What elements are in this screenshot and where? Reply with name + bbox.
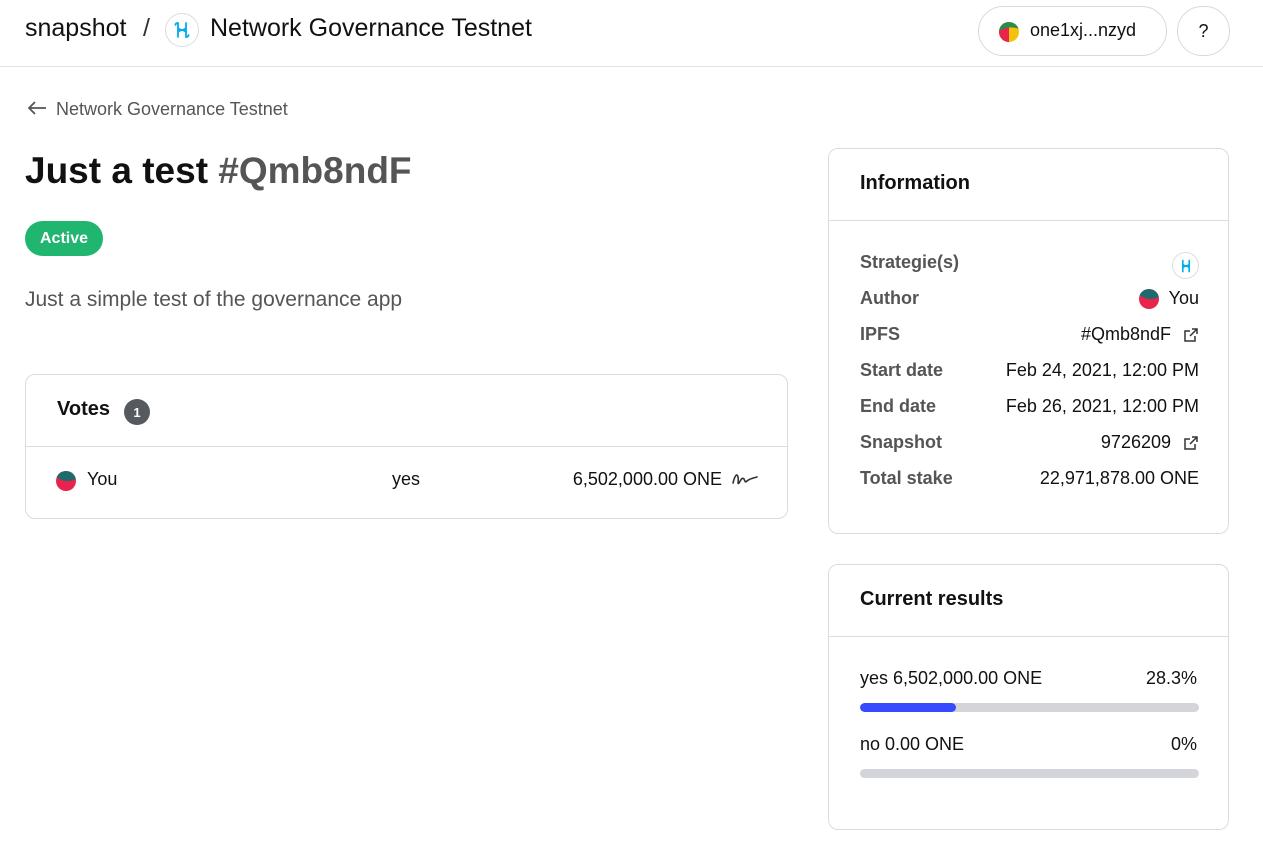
information-card-header: Information <box>829 149 1228 221</box>
current-results-card: Current results yes 6,502,000.00 ONE 28.… <box>828 564 1229 830</box>
vote-choice: yes <box>392 469 421 489</box>
vote-row: You yes 6,502,000.00 ONE <box>26 447 787 519</box>
end-date-value: Feb 26, 2021, 12:00 PM <box>1005 396 1199 416</box>
info-row-snapshot: Snapshot 9726209 <box>860 432 1199 458</box>
vote-power: 6,502,000.00 ONE <box>572 469 722 489</box>
result-percent-yes: 28.3% <box>1145 668 1197 688</box>
info-label: Author <box>860 288 919 308</box>
votes-count-badge: 1 <box>124 399 150 425</box>
info-row-total-stake: Total stake 22,971,878.00 ONE <box>860 468 1199 494</box>
info-label: Strategie(s) <box>860 252 960 272</box>
snapshot-link[interactable]: 9726209 <box>1101 432 1199 453</box>
proposal-title: Just a test #Qmb8ndF <box>25 150 412 192</box>
info-row-strategies: Strategie(s) <box>860 252 1199 279</box>
vote-voter[interactable]: You <box>87 469 117 490</box>
external-link-icon <box>1183 327 1199 343</box>
status-badge: Active <box>25 221 104 256</box>
result-bar-no <box>860 769 1199 778</box>
back-link[interactable]: Network Governance Testnet <box>27 98 288 121</box>
ipfs-value: #Qmb8ndF <box>1080 324 1171 344</box>
external-link-icon <box>1183 435 1199 451</box>
total-stake-value: 22,971,878.00 ONE <box>1039 468 1199 488</box>
info-label: End date <box>860 396 937 416</box>
result-bar-fill-yes <box>860 703 956 712</box>
result-label-no: no 0.00 ONE <box>860 734 965 754</box>
info-row-author: Author You <box>860 288 1199 314</box>
results-card-header: Current results <box>829 565 1228 637</box>
avatar-icon <box>1138 288 1159 309</box>
top-navbar: snapshot / Network Governance Testnet on… <box>0 0 1263 67</box>
author-value[interactable]: You <box>1169 288 1199 309</box>
proposal-body: Just a simple test of the governance app <box>25 288 403 311</box>
harmony-logo-icon[interactable] <box>165 13 199 47</box>
info-label: Snapshot <box>860 432 943 452</box>
votes-title: Votes <box>57 398 110 420</box>
space-name-link[interactable]: Network Governance Testnet <box>210 14 532 43</box>
start-date-value: Feb 24, 2021, 12:00 PM <box>1005 360 1199 380</box>
back-link-label: Network Governance Testnet <box>56 99 288 119</box>
info-row-end-date: End date Feb 26, 2021, 12:00 PM <box>860 396 1199 422</box>
proposal-hash: #Qmb8ndF <box>218 150 412 191</box>
harmony-logo-icon[interactable] <box>1172 252 1199 279</box>
account-address: one1xj...nzyd <box>1030 20 1137 40</box>
avatar-icon <box>56 471 76 491</box>
account-button[interactable]: one1xj...nzyd <box>978 6 1167 56</box>
signature-icon[interactable] <box>731 469 759 489</box>
result-bar-yes <box>860 703 1199 712</box>
arrow-left-icon <box>27 98 47 121</box>
votes-card: Votes 1 You yes 6,502,000.00 ONE <box>25 374 788 519</box>
info-row-start-date: Start date Feb 24, 2021, 12:00 PM <box>860 360 1199 386</box>
avatar-icon <box>999 22 1019 42</box>
result-label-yes: yes 6,502,000.00 ONE <box>860 668 1043 688</box>
info-row-ipfs: IPFS #Qmb8ndF <box>860 324 1199 350</box>
help-button[interactable]: ? <box>1177 6 1230 56</box>
information-card: Information Strategie(s) Author You IPFS… <box>828 148 1229 534</box>
breadcrumb-separator: / <box>143 14 150 42</box>
ipfs-link[interactable]: #Qmb8ndF <box>1081 324 1199 345</box>
info-label: IPFS <box>860 324 901 344</box>
result-percent-no: 0% <box>1170 734 1197 754</box>
proposal-title-text: Just a test <box>25 150 209 191</box>
results-title: Current results <box>860 588 1004 610</box>
brand-logo-link[interactable]: snapshot <box>25 14 126 43</box>
information-title: Information <box>860 172 970 194</box>
votes-card-header: Votes 1 <box>26 375 787 447</box>
snapshot-value: 9726209 <box>1100 432 1171 452</box>
info-label: Start date <box>860 360 944 380</box>
info-label: Total stake <box>860 468 953 488</box>
